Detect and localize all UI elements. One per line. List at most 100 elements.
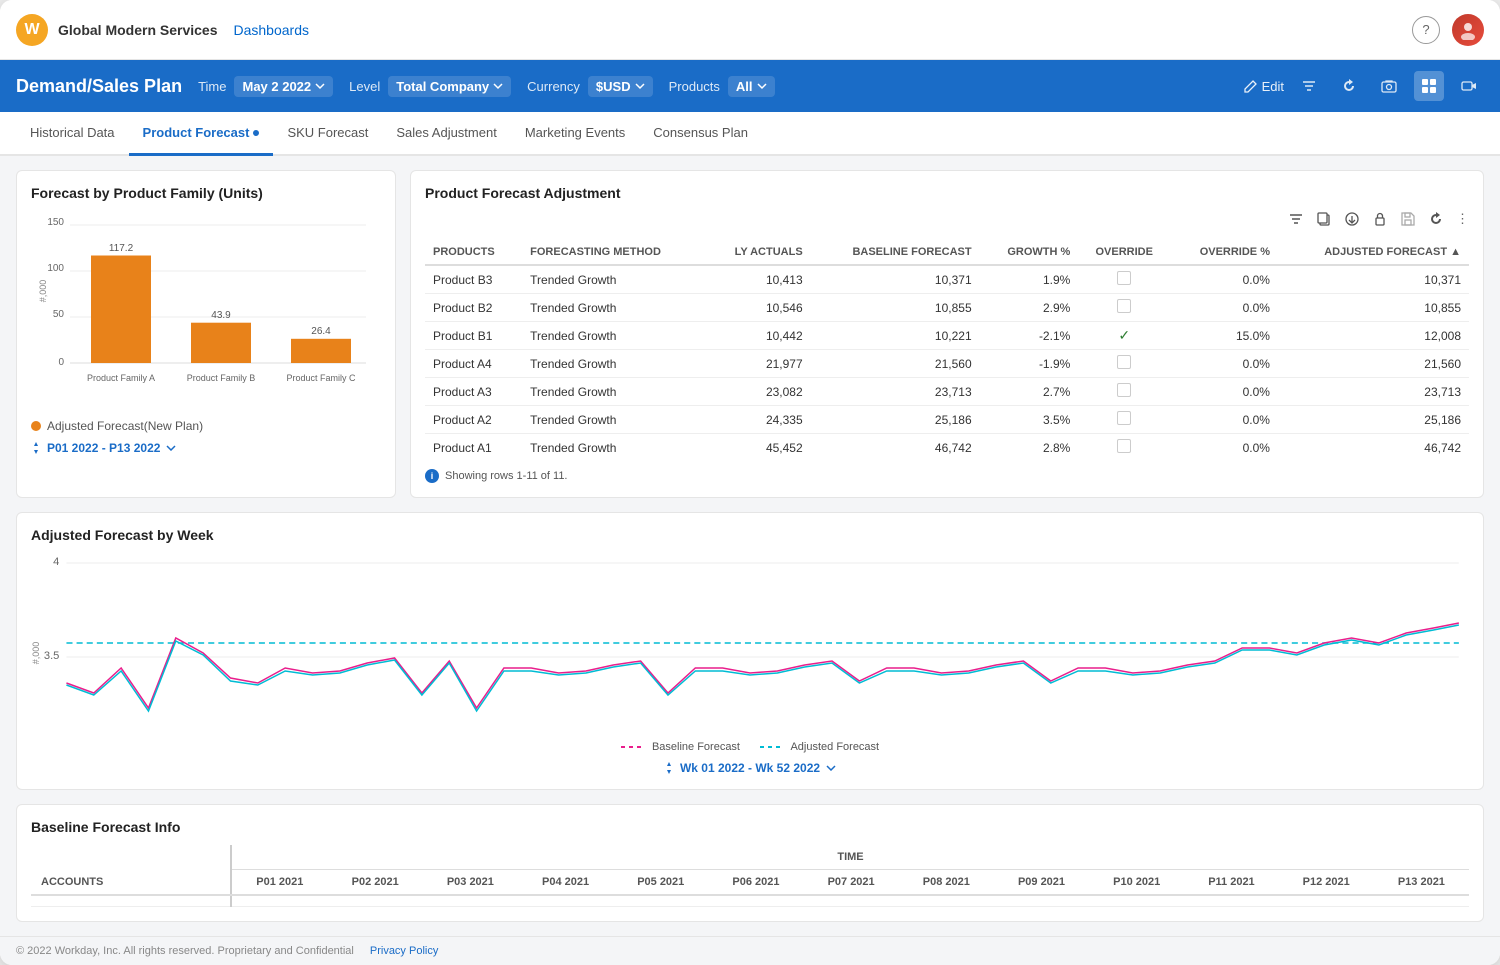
accounts-cell	[31, 895, 231, 907]
svg-text:Product Family B: Product Family B	[187, 373, 256, 383]
level-filter[interactable]: Total Company	[388, 76, 511, 97]
svg-text:150: 150	[47, 217, 64, 228]
col-growth: GROWTH %	[980, 240, 1079, 265]
time-period-header: P12 2021	[1279, 870, 1374, 896]
table-row: Product A3 Trended Growth 23,082 23,713 …	[425, 378, 1469, 406]
time-filter[interactable]: May 2 2022	[234, 76, 333, 97]
company-name: Global Modern Services	[58, 22, 218, 38]
adjusted-legend: Adjusted Forecast	[760, 741, 879, 753]
time-period-header: P02 2021	[328, 870, 423, 896]
baseline-card-title: Baseline Forecast Info	[31, 819, 1469, 835]
refresh-button[interactable]	[1334, 71, 1364, 101]
svg-text:Product Family A: Product Family A	[87, 373, 155, 383]
tab-sales-adjustment[interactable]: Sales Adjustment	[382, 112, 510, 156]
table-row: Product B1 Trended Growth 10,442 10,221 …	[425, 322, 1469, 350]
legend-label: Adjusted Forecast(New Plan)	[47, 419, 203, 433]
workday-logo: W	[16, 14, 48, 46]
refresh-toolbar-btn[interactable]	[1428, 211, 1444, 230]
lock-toolbar-btn[interactable]	[1372, 211, 1388, 230]
copyright-text: © 2022 Workday, Inc. All rights reserved…	[16, 945, 354, 957]
svg-text:#,000: #,000	[31, 642, 41, 664]
col-ly-actuals: LY ACTUALS	[706, 240, 811, 265]
baseline-legend: Baseline Forecast	[621, 741, 740, 753]
grid-view-button[interactable]	[1414, 71, 1444, 101]
time-period-header: P07 2021	[804, 870, 899, 896]
bar-chart-card: Forecast by Product Family (Units) 150 1…	[16, 170, 396, 498]
tab-product-forecast[interactable]: Product Forecast	[129, 112, 274, 156]
svg-text:100: 100	[47, 263, 64, 274]
header-bar: Demand/Sales Plan Time May 2 2022 Level …	[0, 60, 1500, 112]
table-row: Product A2 Trended Growth 24,335 25,186 …	[425, 406, 1469, 434]
dashboards-link[interactable]: Dashboards	[234, 22, 310, 38]
time-period-header: P04 2021	[518, 870, 613, 896]
time-period-header: P06 2021	[708, 870, 803, 896]
time-period-header: P05 2021	[613, 870, 708, 896]
time-period-header: P11 2021	[1184, 870, 1278, 896]
tab-active-indicator	[253, 130, 259, 136]
table-toolbar: ⋮	[425, 211, 1469, 230]
weekly-chart-legend: Baseline Forecast Adjusted Forecast	[31, 741, 1469, 753]
table-footer-text: Showing rows 1-11 of 11.	[445, 470, 568, 482]
chart-date-range[interactable]: P01 2022 - P13 2022	[31, 441, 381, 455]
svg-text:50: 50	[53, 309, 65, 320]
weekly-chart-card: Adjusted Forecast by Week 4 3.5 3 #,000	[16, 512, 1484, 790]
svg-text:3.5: 3.5	[44, 650, 59, 662]
product-forecast-table: PRODUCTS FORECASTING METHOD LY ACTUALS B…	[425, 240, 1469, 461]
weekly-chart-area: 4 3.5 3 #,000 Wk 01 2022	[31, 553, 1469, 733]
table-row: Product B3 Trended Growth 10,413 10,371 …	[425, 265, 1469, 294]
tab-marketing-events[interactable]: Marketing Events	[511, 112, 639, 156]
time-period-header: P08 2021	[899, 870, 994, 896]
col-products: PRODUCTS	[425, 240, 522, 265]
top-navigation: W Global Modern Services Dashboards ?	[0, 0, 1500, 60]
currency-filter[interactable]: $USD	[588, 76, 653, 97]
video-button[interactable]	[1454, 71, 1484, 101]
info-icon: i	[425, 469, 439, 483]
user-avatar[interactable]	[1452, 14, 1484, 46]
products-filter[interactable]: All	[728, 76, 775, 97]
top-row: Forecast by Product Family (Units) 150 1…	[16, 170, 1484, 498]
edit-button[interactable]: Edit	[1244, 79, 1284, 94]
tabs-bar: Historical Data Product Forecast SKU For…	[0, 112, 1500, 156]
weekly-date-range[interactable]: Wk 01 2022 - Wk 52 2022	[31, 761, 1469, 775]
col-override-pct: OVERRIDE %	[1170, 240, 1278, 265]
page-footer: © 2022 Workday, Inc. All rights reserved…	[0, 936, 1500, 965]
col-method: FORECASTING METHOD	[522, 240, 705, 265]
svg-text:Product Family C: Product Family C	[286, 373, 356, 383]
svg-text:26.4: 26.4	[311, 326, 331, 337]
bar-chart-area: 150 100 50 0 #,000 117.	[31, 211, 381, 411]
copy-toolbar-btn[interactable]	[1316, 211, 1332, 230]
svg-text:#,000: #,000	[38, 280, 48, 303]
svg-text:0: 0	[58, 357, 64, 368]
page-title: Demand/Sales Plan	[16, 76, 182, 97]
help-button[interactable]: ?	[1412, 16, 1440, 44]
time-group-header: TIME	[231, 845, 1469, 870]
table-row: Product A1 Trended Growth 45,452 46,742 …	[425, 434, 1469, 462]
chart-legend: Adjusted Forecast(New Plan)	[31, 419, 381, 433]
time-period-header: P10 2021	[1089, 870, 1184, 896]
table-footer: i Showing rows 1-11 of 11.	[425, 469, 1469, 483]
col-adjusted: ADJUSTED FORECAST ▲	[1278, 240, 1469, 265]
table-row: Product A4 Trended Growth 21,977 21,560 …	[425, 350, 1469, 378]
privacy-policy-link[interactable]: Privacy Policy	[370, 945, 438, 957]
time-period-header: P03 2021	[423, 870, 518, 896]
bar-chart-title: Forecast by Product Family (Units)	[31, 185, 381, 201]
col-override: OVERRIDE	[1078, 240, 1170, 265]
filter-icon-button[interactable]	[1294, 71, 1324, 101]
tab-sku-forecast[interactable]: SKU Forecast	[273, 112, 382, 156]
main-content: Forecast by Product Family (Units) 150 1…	[0, 156, 1500, 936]
product-forecast-table-card: Product Forecast Adjustment	[410, 170, 1484, 498]
baseline-table: ACCOUNTS TIME P01 2021P02 2021P03 2021P0…	[31, 845, 1469, 907]
tab-historical-data[interactable]: Historical Data	[16, 112, 129, 156]
time-period-header: P13 2021	[1374, 870, 1469, 896]
export-toolbar-btn[interactable]	[1344, 211, 1360, 230]
table-card-title: Product Forecast Adjustment	[425, 185, 1469, 201]
more-toolbar-btn[interactable]: ⋮	[1456, 211, 1469, 230]
baseline-forecast-card: Baseline Forecast Info ACCOUNTS TIME P01…	[16, 804, 1484, 922]
time-period-header: P09 2021	[994, 870, 1089, 896]
tab-consensus-plan[interactable]: Consensus Plan	[639, 112, 762, 156]
camera-button[interactable]	[1374, 71, 1404, 101]
save-toolbar-btn[interactable]	[1400, 211, 1416, 230]
svg-text:4: 4	[53, 556, 59, 568]
filter-toolbar-btn[interactable]	[1288, 211, 1304, 230]
accounts-col-header: ACCOUNTS	[31, 845, 231, 895]
